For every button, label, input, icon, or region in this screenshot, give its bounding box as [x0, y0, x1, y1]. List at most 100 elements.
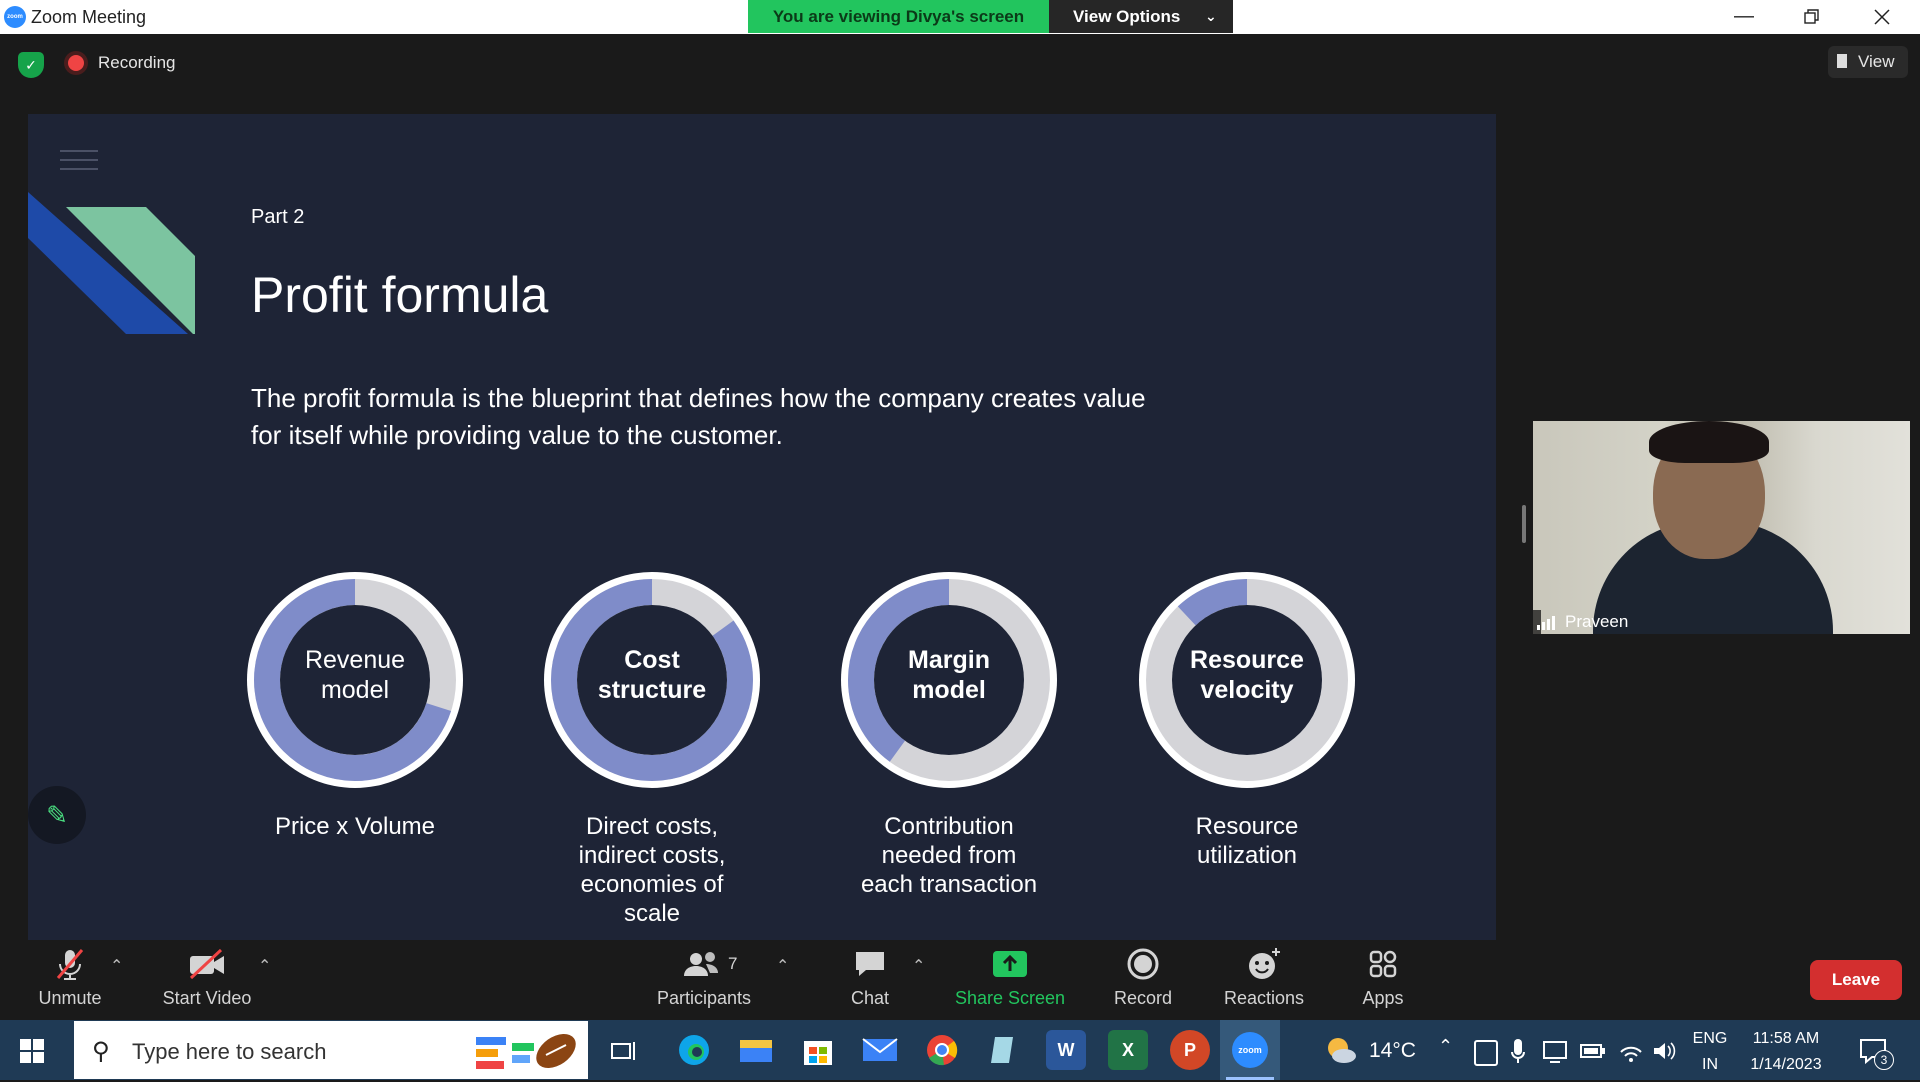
apps-icon	[1346, 946, 1420, 982]
record-label: Record	[1113, 988, 1173, 1008]
ring-label-line: Cost	[624, 646, 680, 674]
word-icon[interactable]: W	[1046, 1030, 1086, 1070]
start-video-label: Start Video	[162, 988, 252, 1008]
apps-label: Apps	[1362, 988, 1404, 1008]
view-options-label: View Options	[1073, 7, 1181, 26]
wifi-icon[interactable]	[1618, 1040, 1644, 1067]
region-code: IN	[1702, 1056, 1718, 1073]
microphone-muted-icon	[20, 946, 120, 982]
ring-label-line: structure	[597, 676, 707, 704]
reactions-icon	[1212, 946, 1316, 982]
reactions-button[interactable]: Reactions	[1212, 946, 1316, 1016]
ring-label-line: model	[912, 676, 986, 704]
share-screen-icon	[950, 946, 1070, 982]
participant-video-tile[interactable]: Praveen	[1533, 421, 1910, 634]
ring-caption-line: Contribution	[884, 813, 1014, 840]
ring-caption-line: Direct costs,	[585, 813, 719, 840]
participant-name-bar: Praveen	[1533, 610, 1628, 634]
search-icon: ⚲	[92, 1038, 110, 1065]
chat-options-caret-icon[interactable]: ⌃	[912, 956, 925, 976]
security-shield-icon[interactable]: ✓	[18, 52, 44, 78]
share-screen-button[interactable]: Share Screen	[950, 946, 1070, 1016]
unmute-button[interactable]: Unmute	[20, 946, 120, 1016]
participant-hair	[1649, 421, 1769, 463]
chrome-browser-icon[interactable]	[922, 1030, 962, 1070]
record-button[interactable]: Record	[1098, 946, 1188, 1016]
meet-now-icon[interactable]	[1474, 1040, 1498, 1066]
view-label: View	[1858, 52, 1895, 71]
ring-caption-line: needed from	[881, 842, 1017, 869]
panel-splitter-handle[interactable]	[1522, 505, 1526, 543]
leave-button[interactable]: Leave	[1810, 960, 1902, 1000]
weather-temperature[interactable]: 14°C	[1369, 1039, 1416, 1063]
notifications-icon[interactable]: 3	[1858, 1036, 1894, 1071]
view-options-button[interactable]: View Options ⌄	[1049, 0, 1233, 33]
show-hidden-icons-chevron-icon[interactable]: ⌃	[1438, 1036, 1453, 1057]
mail-icon[interactable]	[860, 1030, 900, 1070]
weather-icon[interactable]	[1322, 1034, 1358, 1066]
task-view-icon[interactable]	[608, 1036, 638, 1066]
apps-button[interactable]: Apps	[1346, 946, 1420, 1016]
excel-icon[interactable]: X	[1108, 1030, 1148, 1070]
ring-caption: Direct costs, indirect costs, economies of…	[532, 812, 772, 928]
minimize-button[interactable]: —	[1714, 0, 1774, 34]
unmute-label: Unmute	[38, 988, 102, 1008]
ring-caption-line: Resource	[1195, 813, 1299, 840]
clock-date: 1/14/2023	[1750, 1056, 1822, 1073]
search-highlight-art-icon	[476, 1033, 576, 1069]
input-language-indicator[interactable]: ENG IN	[1690, 1026, 1730, 1078]
signal-strength-icon	[1537, 616, 1557, 630]
audio-options-caret-icon[interactable]: ⌃	[110, 956, 123, 976]
restore-icon	[1804, 9, 1819, 24]
chat-label: Chat	[850, 988, 890, 1008]
zoom-taskbar-app[interactable]: zoom	[1220, 1020, 1280, 1080]
shared-screen-slide: Part 2 Profit formula The profit formula…	[28, 114, 1496, 940]
record-icon	[1098, 946, 1188, 982]
battery-icon[interactable]	[1580, 1043, 1606, 1064]
ring-caption-line: Price x Volume	[274, 813, 436, 840]
chat-icon	[830, 946, 910, 982]
microphone-tray-icon[interactable]	[1510, 1038, 1526, 1069]
ring-label-line: model	[320, 676, 390, 704]
pinned-app-icon[interactable]	[984, 1030, 1024, 1070]
ring-label-line: velocity	[1200, 676, 1294, 704]
edge-browser-icon[interactable]	[674, 1030, 714, 1070]
clock-time: 11:58 AM	[1752, 1030, 1820, 1047]
video-options-caret-icon[interactable]: ⌃	[258, 956, 271, 976]
windows-start-icon[interactable]	[20, 1039, 44, 1063]
zoom-taskbar-icon: zoom	[1232, 1032, 1268, 1068]
taskbar-clock[interactable]: 11:58 AM 1/14/2023	[1742, 1026, 1830, 1078]
recording-label: Recording	[98, 53, 176, 72]
reactions-label: Reactions	[1223, 988, 1305, 1008]
close-button[interactable]	[1852, 0, 1912, 34]
slide-decoration-stripes	[28, 192, 195, 334]
annotate-pen-icon[interactable]: ✎	[28, 786, 86, 844]
chat-button[interactable]: Chat	[830, 946, 910, 1016]
display-tray-icon[interactable]	[1542, 1040, 1568, 1069]
slide-title: Profit formula	[251, 267, 549, 323]
ring-label-line: Revenue	[304, 646, 406, 674]
restore-button[interactable]	[1782, 0, 1842, 34]
participants-button[interactable]: 7 Participants	[652, 946, 756, 1016]
view-button[interactable]: View	[1828, 46, 1908, 78]
ring-caption: Price x Volume	[235, 812, 475, 841]
ring-caption-line: utilization	[1196, 842, 1298, 869]
ring-label: Margin model	[879, 645, 1019, 705]
ring-caption: Contribution needed from each transaction	[829, 812, 1069, 899]
participants-options-caret-icon[interactable]: ⌃	[776, 956, 789, 976]
microsoft-store-icon[interactable]	[798, 1030, 838, 1070]
ring-caption-line: indirect costs,	[578, 842, 726, 869]
volume-icon[interactable]	[1652, 1040, 1678, 1067]
taskbar-search-box[interactable]: ⚲ Type here to search	[74, 1021, 588, 1079]
notification-count-badge: 3	[1874, 1050, 1894, 1070]
language-code: ENG	[1692, 1030, 1728, 1047]
start-video-button[interactable]: Start Video	[152, 946, 262, 1016]
view-layout-icon	[1837, 54, 1847, 68]
close-icon	[1874, 9, 1890, 25]
powerpoint-icon[interactable]: P	[1170, 1030, 1210, 1070]
file-explorer-icon[interactable]	[736, 1030, 776, 1070]
ring-label-line: Margin	[908, 646, 990, 674]
menu-icon	[60, 150, 98, 170]
zoom-app-icon: zoom	[4, 6, 26, 28]
viewing-screen-banner: You are viewing Divya's screen	[748, 0, 1049, 33]
